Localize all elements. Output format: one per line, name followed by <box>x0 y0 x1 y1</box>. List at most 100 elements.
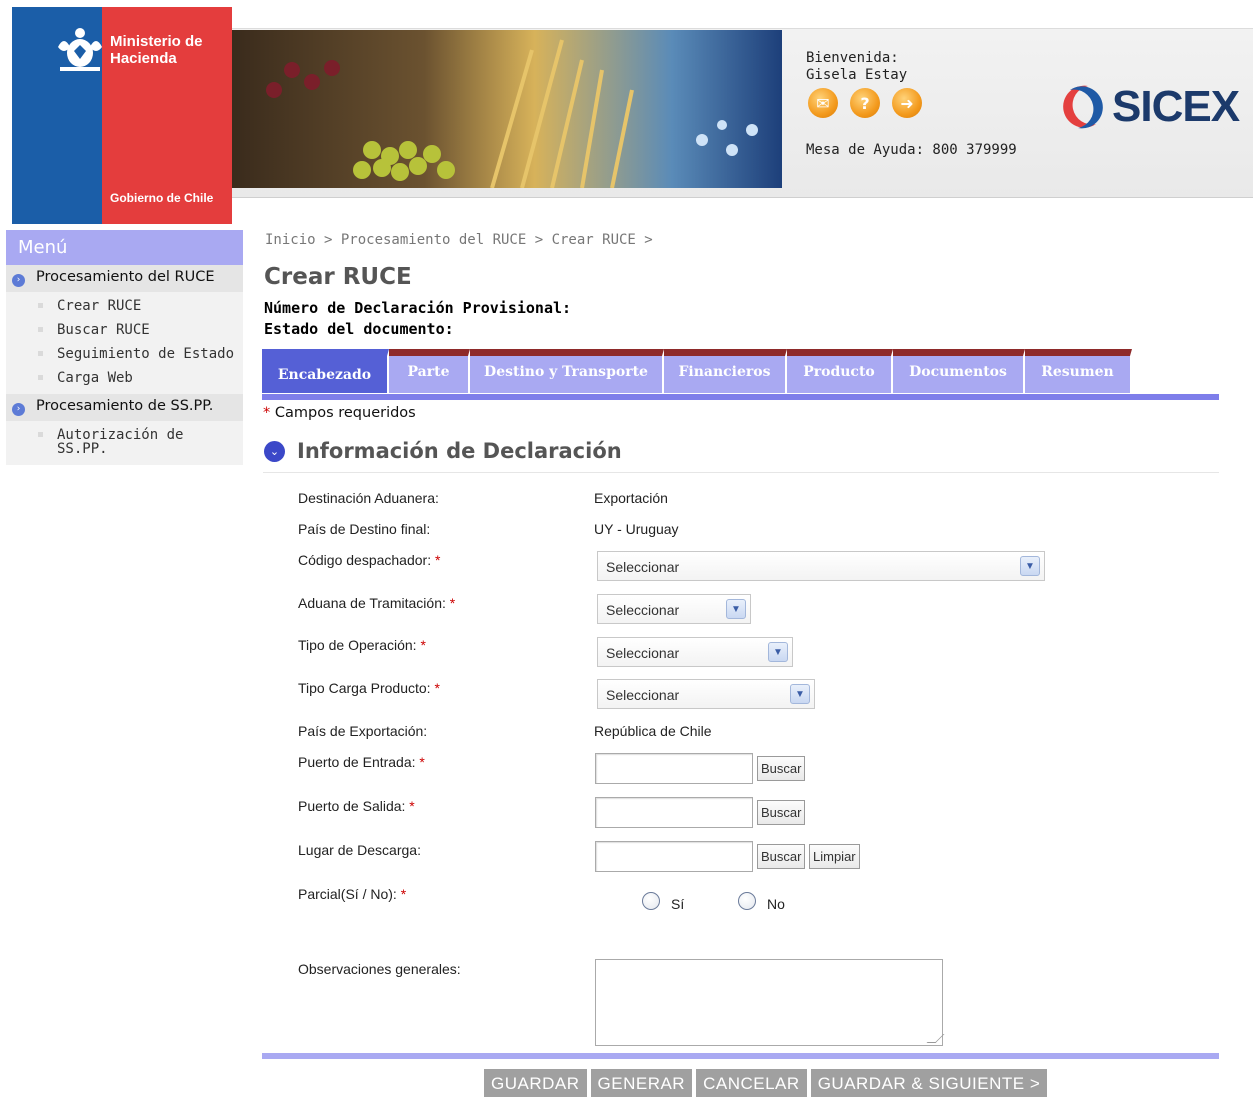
field-label-text: Puerto de Entrada: <box>298 754 416 770</box>
bullet-square-icon <box>38 432 43 437</box>
destinacion-value: Exportación <box>594 490 668 506</box>
field-label-text: Tipo Carga Producto: <box>298 680 431 696</box>
puerto-salida-label: Puerto de Salida: * <box>298 798 415 814</box>
guardar-siguiente-button[interactable]: GUARDAR & SIGUIENTE > <box>810 1069 1048 1097</box>
required-asterisk: * <box>449 595 456 611</box>
welcome-label: Bienvenida: <box>806 50 899 66</box>
field-label-text: Puerto de Salida: <box>298 798 406 814</box>
mail-icon[interactable]: ✉ <box>808 88 838 118</box>
tab-documentos[interactable]: Documentos <box>893 349 1025 393</box>
field-label-text: Parcial(Sí / No): <box>298 886 397 902</box>
sidebar-item-seguimiento[interactable]: Seguimiento de Estado <box>6 342 243 366</box>
chevron-down-icon[interactable]: ▼ <box>790 684 810 704</box>
action-button-group: GUARDAR GENERAR CANCELAR GUARDAR & SIGUI… <box>484 1069 1048 1097</box>
puerto-entrada-input[interactable] <box>595 753 753 784</box>
sidebar-section-ruce[interactable]: › Procesamiento del RUCE <box>6 265 243 292</box>
tipo-carga-label: Tipo Carga Producto: * <box>298 680 440 696</box>
sidebar-submenu-sspp: Autorización de SS.PP. <box>6 421 243 465</box>
sidebar-submenu-ruce: Crear RUCE Buscar RUCE Seguimiento de Es… <box>6 292 243 394</box>
sidebar-item-carga-web[interactable]: Carga Web <box>6 366 243 390</box>
lugar-descarga-input[interactable] <box>595 841 753 872</box>
lugar-descarga-buscar-button[interactable]: Buscar <box>757 844 806 869</box>
chevron-down-icon[interactable]: ▼ <box>1020 556 1040 576</box>
bullet-square-icon <box>38 303 43 308</box>
required-asterisk: * <box>420 637 426 653</box>
required-fields-note: * Campos requeridos <box>263 405 416 421</box>
observaciones-label: Observaciones generales: <box>298 961 461 977</box>
sidebar-item-buscar-ruce[interactable]: Buscar RUCE <box>6 318 243 342</box>
sicex-swirl-icon <box>1063 85 1103 129</box>
field-label-text: Aduana de Tramitación: <box>298 595 446 611</box>
required-asterisk: * <box>400 886 407 902</box>
sidebar-menu: Menú › Procesamiento del RUCE Crear RUCE… <box>6 230 243 465</box>
sidebar-item-crear-ruce[interactable]: Crear RUCE <box>6 294 243 318</box>
generar-button[interactable]: GENERAR <box>590 1069 693 1097</box>
tab-producto[interactable]: Producto <box>787 349 893 393</box>
pais-exportacion-label: País de Exportación: <box>298 723 428 739</box>
sicex-logo[interactable]: SICEX <box>1058 82 1240 132</box>
sidebar-section-label: Procesamiento del RUCE <box>36 269 215 285</box>
select-value: Seleccionar <box>606 559 680 575</box>
chevron-down-icon[interactable]: ▼ <box>726 599 746 619</box>
required-asterisk: * <box>419 754 425 770</box>
sidebar-item-label: Crear RUCE <box>57 298 142 314</box>
helpdesk-phone: Mesa de Ayuda: 800 379999 <box>806 142 1017 158</box>
sidebar-item-autorizacion[interactable]: Autorización de SS.PP. <box>6 423 243 461</box>
destinacion-label: Destinación Aduanera: <box>298 490 439 506</box>
codigo-despachador-label: Código despachador: * <box>298 552 440 568</box>
tab-parte[interactable]: Parte <box>389 349 470 393</box>
tipo-operacion-select[interactable]: Seleccionar ▼ <box>597 637 793 667</box>
tab-underline-bar <box>262 394 1219 400</box>
guardar-button[interactable]: GUARDAR <box>484 1069 587 1097</box>
tab-financieros[interactable]: Financieros <box>664 349 787 393</box>
section-title: Información de Declaración <box>297 439 622 463</box>
chevron-down-icon[interactable]: ▼ <box>768 642 788 662</box>
cancelar-button[interactable]: CANCELAR <box>696 1069 807 1097</box>
required-note-text: Campos requeridos <box>274 405 416 421</box>
sidebar-section-sspp[interactable]: › Procesamiento de SS.PP. <box>6 394 243 421</box>
parcial-no-label[interactable]: No <box>767 896 785 912</box>
section-header[interactable]: ⌄ Información de Declaración <box>263 437 1219 473</box>
doc-status-label: Estado del documento: <box>264 320 454 338</box>
bullet-square-icon <box>38 351 43 356</box>
parcial-si-label[interactable]: Sí <box>671 896 684 912</box>
parcial-si-radio[interactable] <box>642 892 660 910</box>
puerto-salida-buscar-button[interactable]: Buscar <box>757 800 806 825</box>
tab-resumen[interactable]: Resumen <box>1025 349 1132 393</box>
select-value: Seleccionar <box>606 602 680 618</box>
select-value: Seleccionar <box>606 687 680 703</box>
ministry-name: Ministerio de Hacienda <box>110 33 203 67</box>
sidebar-section-label: Procesamiento de SS.PP. <box>36 398 214 414</box>
observaciones-textarea[interactable] <box>595 959 945 1046</box>
aduana-select[interactable]: Seleccionar ▼ <box>597 594 751 624</box>
form-bottom-bar <box>262 1053 1219 1059</box>
document-info: Número de Declaración Provisional: Estad… <box>264 298 571 340</box>
bullet-square-icon <box>38 327 43 332</box>
government-logo[interactable]: Ministerio de Hacienda Gobierno de Chile <box>12 7 232 224</box>
user-name: Gisela Estay <box>806 67 908 83</box>
bullet-square-icon <box>38 375 43 380</box>
puerto-entrada-label: Puerto de Entrada: * <box>298 754 425 770</box>
pais-destino-label: País de Destino final: <box>298 521 431 537</box>
puerto-entrada-buscar-button[interactable]: Buscar <box>757 756 806 781</box>
breadcrumb[interactable]: Inicio > Procesamiento del RUCE > Crear … <box>265 232 653 248</box>
chevron-right-icon: › <box>12 403 25 416</box>
aduana-label: Aduana de Tramitación: * <box>298 595 455 611</box>
resize-grip-icon[interactable] <box>926 1034 945 1043</box>
required-asterisk: * <box>435 552 441 568</box>
sidebar-item-label: Seguimiento de Estado <box>57 346 235 362</box>
tipo-carga-select[interactable]: Seleccionar ▼ <box>597 679 815 709</box>
puerto-salida-input[interactable] <box>595 797 753 828</box>
tab-encabezado[interactable]: Encabezado <box>262 349 389 393</box>
page-title: Crear RUCE <box>264 264 412 290</box>
codigo-despachador-select[interactable]: Seleccionar ▼ <box>597 551 1045 581</box>
field-label-text: Código despachador: <box>298 552 432 568</box>
help-icon[interactable]: ? <box>850 88 880 118</box>
logout-arrow-icon[interactable]: ➜ <box>892 88 922 118</box>
pais-exportacion-value: República de Chile <box>594 723 712 739</box>
chevron-down-icon[interactable]: ⌄ <box>264 441 285 462</box>
lugar-descarga-limpiar-button[interactable]: Limpiar <box>809 844 860 869</box>
tab-destino-transporte[interactable]: Destino y Transporte <box>470 349 664 393</box>
lugar-descarga-label: Lugar de Descarga: <box>298 842 421 858</box>
parcial-no-radio[interactable] <box>738 892 756 910</box>
